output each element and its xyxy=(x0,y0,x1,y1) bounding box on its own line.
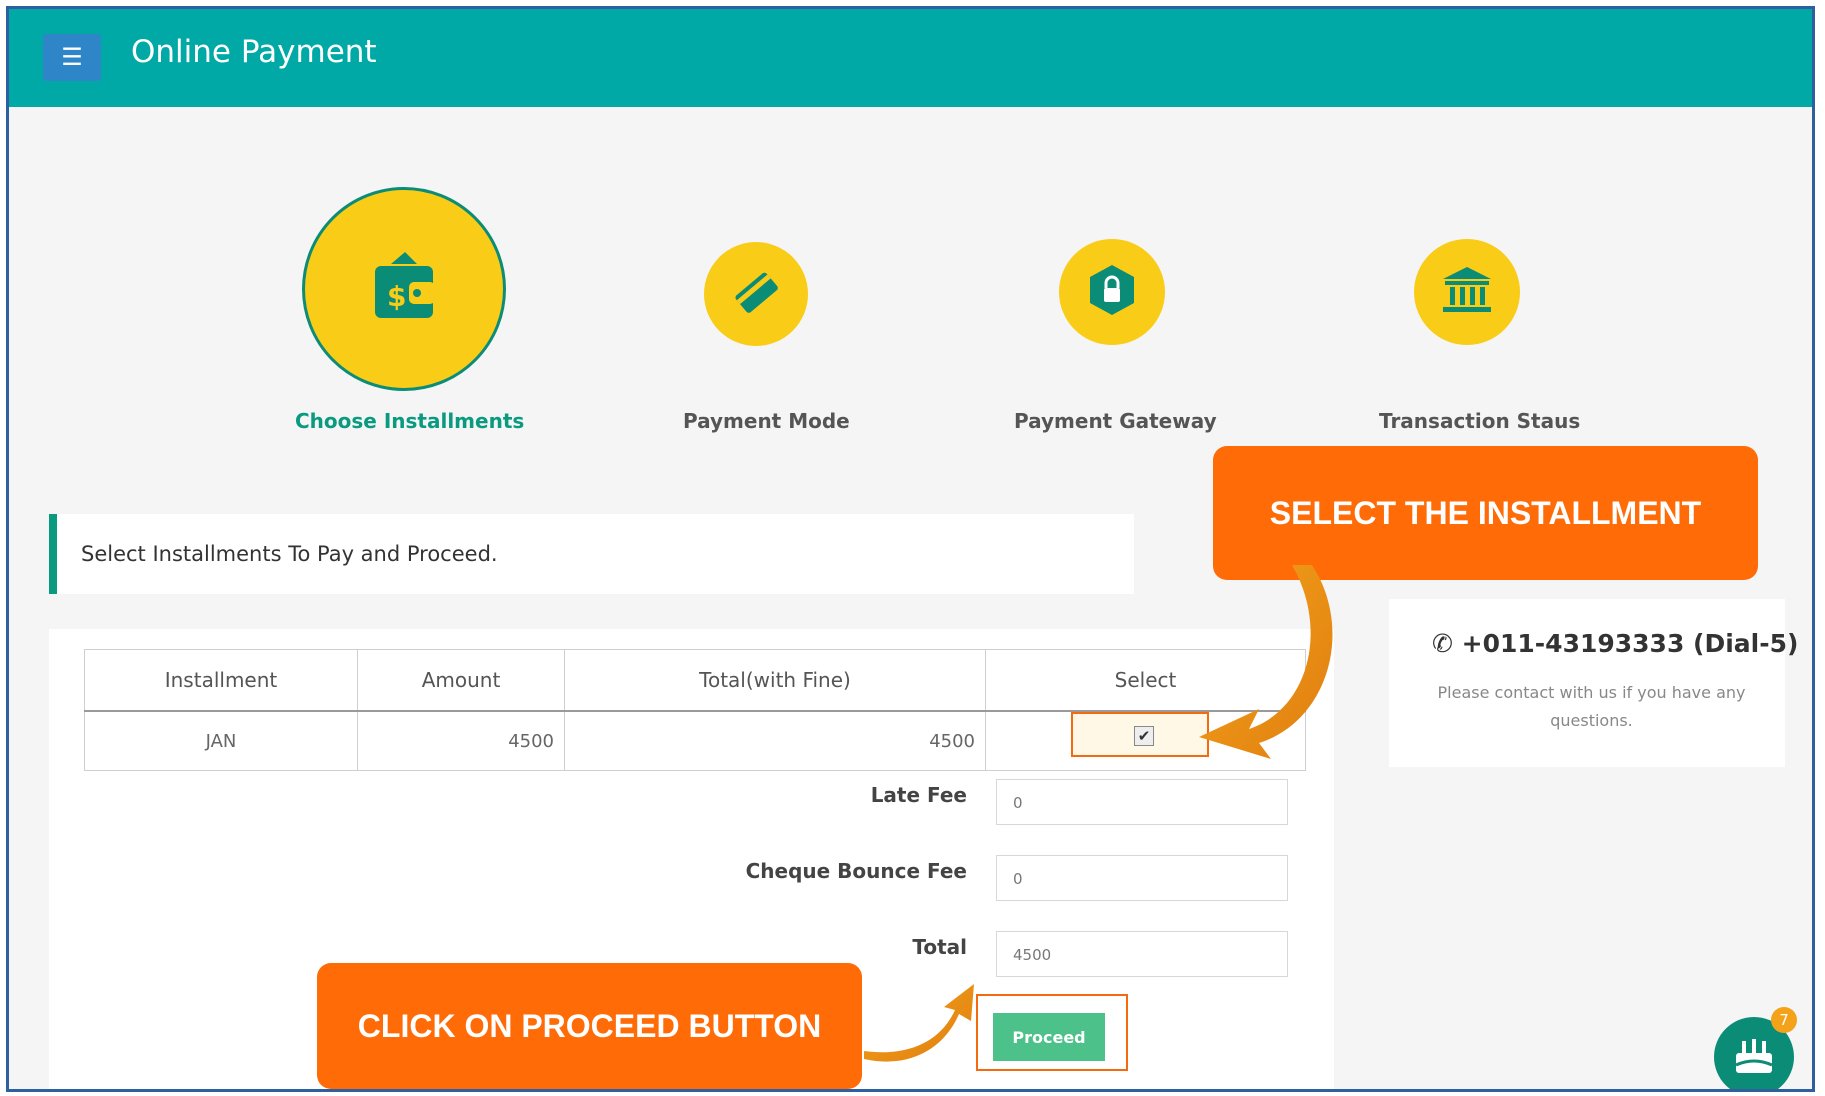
arrow-to-checkbox xyxy=(1199,565,1333,759)
callout-arrows xyxy=(864,565,1333,1062)
arrow-to-proceed xyxy=(864,984,974,1062)
app-frame: ☰ Online Payment $ Choose Installments P… xyxy=(6,6,1815,1092)
chat-badge: 7 xyxy=(1771,1007,1797,1033)
